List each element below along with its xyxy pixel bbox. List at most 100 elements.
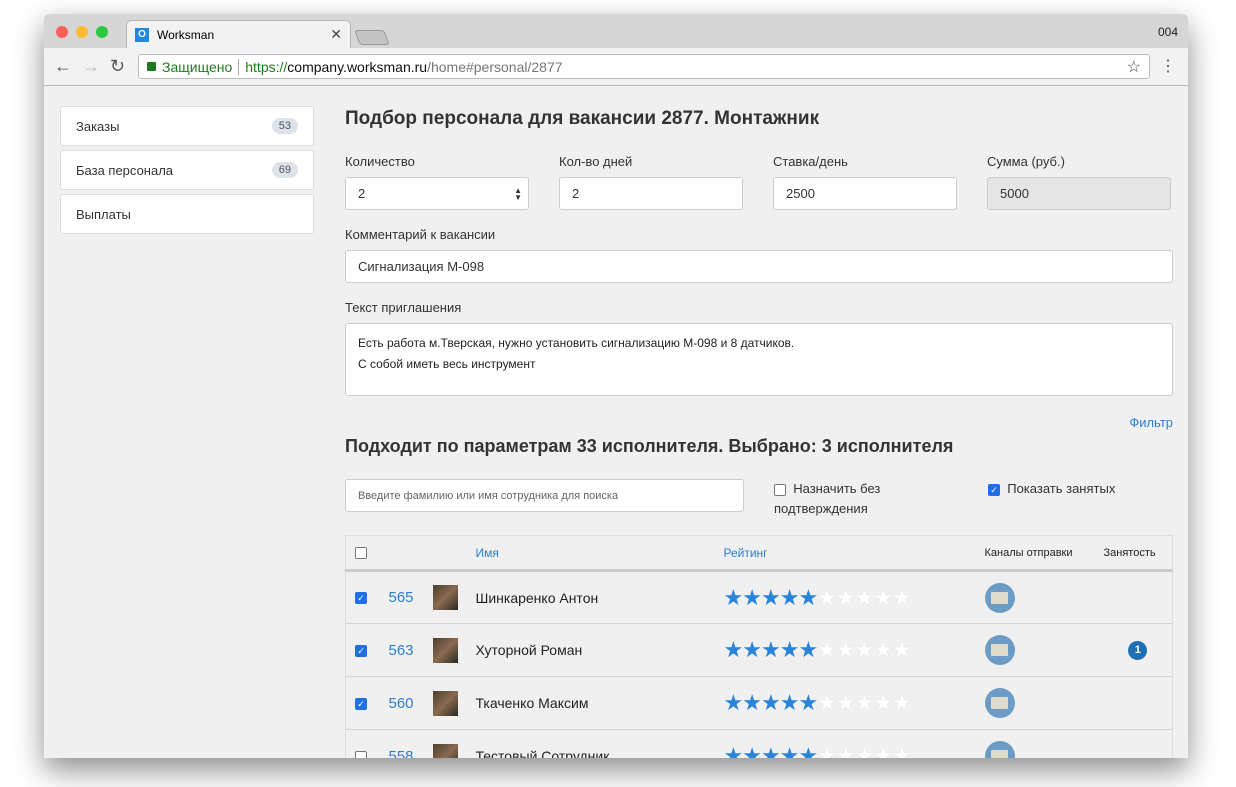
rating-star-icon: ★ [723,690,744,715]
rating-star-icon: ★ [742,743,762,758]
rate-label: Ставка/день [773,154,848,169]
days-label: Кол-во дней [559,154,633,169]
rating-star-icon: ★ [873,690,893,715]
rating-star-icon: ★ [779,690,800,715]
sidebar-item-orders[interactable]: Заказы 53 [60,106,314,146]
spinner-icon: ▲ ▼ [514,185,522,202]
rating-star-icon: ★ [835,637,856,662]
search-input[interactable]: Введите фамилию или имя сотрудника для п… [345,479,744,512]
row-checkbox[interactable]: ✓ [355,644,367,657]
rating-star-icon: ★ [779,584,800,610]
bookmark-star-icon[interactable]: ☆ [1127,57,1141,77]
comment-input[interactable]: Сигнализация М-098 [345,250,1173,283]
show-busy-row[interactable]: ✓ Показать занятых [988,479,1115,499]
staff-name[interactable]: Шинкаренко Антон [476,590,599,606]
table-row[interactable]: ✓ 565 Шинкаренко Антон ★★★★★★★★★★ [345,570,1173,624]
sidebar: Заказы 53 База персонала 69 Выплаты [60,106,314,238]
sidebar-item-label: Заказы [76,118,120,134]
new-tab-button[interactable] [354,30,390,45]
rating-star-icon: ★ [817,743,837,758]
reload-icon[interactable]: ↻ [110,56,125,77]
url-input[interactable]: Защищено https:// company.worksman.ru /h… [138,54,1150,79]
show-busy-checkbox[interactable]: ✓ [988,483,1000,496]
avatar [432,690,458,716]
forward-icon[interactable]: → [82,56,100,77]
qty-value: 2 [358,186,366,201]
rating-star-icon: ★ [760,690,781,715]
qty-label: Количество [345,154,415,169]
invite-textarea[interactable]: Есть работа м.Тверская, нужно установить… [345,323,1173,396]
rating-star-icon: ★ [835,584,856,610]
sidebar-item-label: База персонала [76,162,174,178]
rating-star-icon: ★ [892,743,912,758]
staff-table: Имя Рейтинг Каналы отправки Занятость ✓ … [345,535,1173,758]
rating-star-icon: ★ [742,690,762,715]
table-row[interactable]: 558 Тестовый Сотрудник ★★★★★★★★★★ [345,729,1173,759]
email-channel-icon[interactable] [984,741,1015,758]
staff-name[interactable]: Ткаченко Максим [476,695,589,711]
browser-window: O Worksman ✕ 004 ← → ↻ Защищено https://… [44,14,1188,758]
rating-star-icon: ★ [779,743,800,758]
email-channel-icon[interactable] [984,635,1015,665]
email-channel-icon[interactable] [984,582,1015,613]
staff-id-link[interactable]: 560 [389,695,414,712]
tab-close-icon[interactable]: ✕ [330,26,342,43]
menu-icon[interactable]: ⋮ [1160,56,1176,76]
staff-id-link[interactable]: 565 [389,589,414,606]
rating-header[interactable]: Рейтинг [723,535,985,572]
rating-star-icon: ★ [723,584,744,610]
avatar [432,637,458,663]
count-badge: 53 [271,118,298,134]
rating-star-icon: ★ [742,584,762,610]
rating-star-icon: ★ [742,637,762,662]
sidebar-item-staff[interactable]: База персонала 69 [60,150,314,190]
rating-star-icon: ★ [798,637,818,662]
filter-link[interactable]: Фильтр [345,415,1173,430]
invite-line: С собой иметь весь инструмент [358,357,536,371]
rating-stars: ★★★★★★★★★★ [723,690,912,715]
rating-stars: ★★★★★★★★★★ [723,584,912,610]
staff-name[interactable]: Хуторной Роман [476,642,583,658]
row-checkbox[interactable] [355,750,367,758]
close-window-button[interactable] [56,26,68,38]
row-checkbox[interactable]: ✓ [355,697,367,710]
days-input[interactable]: 2 [559,177,743,210]
lock-icon [147,62,156,71]
name-header[interactable]: Имя [475,535,724,572]
invite-label: Текст приглашения [345,300,462,315]
maximize-window-button[interactable] [96,26,108,38]
sidebar-item-payments[interactable]: Выплаты [60,194,314,234]
address-bar: ← → ↻ Защищено https:// company.worksman… [44,48,1188,86]
rating-stars: ★★★★★★★★★★ [724,743,912,758]
page-title: Подбор персонала для вакансии 2877. Монт… [345,108,820,129]
email-channel-icon[interactable] [984,688,1015,718]
assign-checkbox[interactable] [774,483,786,496]
invite-line: Есть работа м.Тверская, нужно установить… [358,336,795,350]
rating-star-icon: ★ [835,743,856,758]
rating-star-icon: ★ [798,584,818,610]
minimize-window-button[interactable] [76,26,88,38]
comment-label: Комментарий к вакансии [345,227,496,242]
url-host: company.worksman.ru [287,58,428,75]
summary-heading: Подходит по параметрам 33 исполнителя. В… [345,436,954,456]
staff-id-link[interactable]: 563 [389,642,414,659]
rate-input[interactable]: 2500 [773,177,957,210]
staff-id-link[interactable]: 558 [389,748,414,759]
row-checkbox[interactable]: ✓ [355,592,367,605]
rating-star-icon: ★ [854,743,875,758]
back-icon[interactable]: ← [54,56,72,77]
browser-tab[interactable]: O Worksman ✕ [126,20,351,48]
table-row[interactable]: ✓ 560 Ткаченко Максим ★★★★★★★★★★ [345,676,1173,730]
qty-select[interactable]: 2 ▲ ▼ [345,177,529,210]
rating-star-icon: ★ [817,690,837,715]
table-row[interactable]: ✓ 563 Хуторной Роман ★★★★★★★★★★ 1 [345,623,1173,677]
assign-checkbox-row[interactable]: Назначить без подтверждения [774,479,958,519]
rating-star-icon: ★ [817,584,837,610]
staff-name[interactable]: Тестовый Сотрудник [476,748,610,758]
select-all-checkbox[interactable] [355,547,367,560]
rating-star-icon: ★ [723,637,744,662]
avatar [432,585,458,610]
rating-star-icon: ★ [854,690,875,715]
rating-star-icon: ★ [854,584,875,610]
rating-star-icon: ★ [835,690,856,715]
